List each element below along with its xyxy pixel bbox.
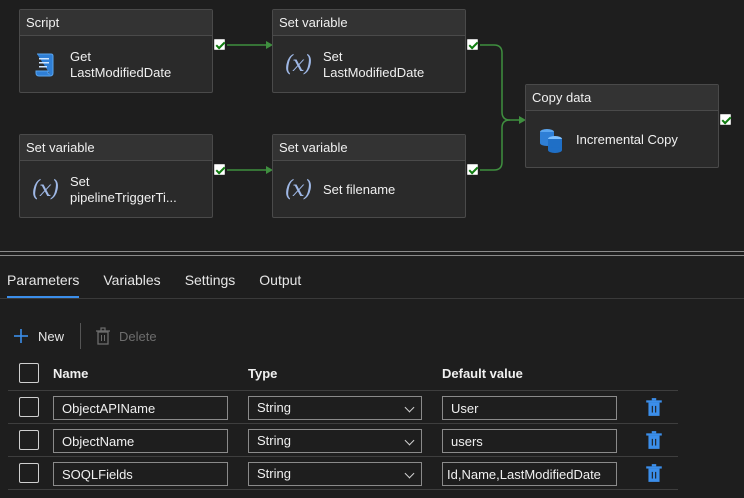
param-type-select[interactable]: String	[248, 396, 422, 420]
script-icon	[30, 49, 60, 81]
success-checkbox-icon[interactable]	[214, 164, 225, 175]
properties-tabs: Parameters Variables Settings Output	[0, 262, 744, 299]
header-name: Name	[53, 366, 89, 381]
trash-icon	[96, 327, 111, 345]
trash-icon[interactable]	[645, 430, 663, 450]
table-row: String	[8, 424, 678, 457]
activity-label: Set LastModifiedDate	[323, 48, 425, 80]
activity-header: Copy data	[526, 85, 718, 111]
table-row: String	[8, 391, 678, 424]
param-type-value: String	[257, 466, 291, 481]
param-default-input[interactable]	[442, 396, 617, 420]
copy-data-icon	[536, 124, 566, 156]
param-name-input[interactable]	[53, 429, 228, 453]
row-checkbox[interactable]	[19, 430, 39, 450]
new-button[interactable]: New	[12, 327, 64, 345]
activity-header: Set variable	[273, 10, 465, 36]
tab-output[interactable]: Output	[259, 262, 301, 298]
activity-label: Set filename	[323, 181, 396, 197]
variable-icon: (𝑥)	[284, 177, 313, 202]
trash-icon[interactable]	[645, 463, 663, 483]
activity-header: Set variable	[20, 135, 212, 161]
trash-icon[interactable]	[645, 397, 663, 417]
parameters-toolbar: New Delete	[12, 322, 157, 350]
success-checkbox-icon[interactable]	[467, 164, 478, 175]
tab-variables[interactable]: Variables	[103, 262, 160, 298]
panel-divider	[0, 255, 744, 256]
param-default-input[interactable]	[442, 462, 617, 486]
header-type: Type	[248, 366, 278, 381]
param-name-input[interactable]	[53, 396, 228, 420]
activity-header: Set variable	[273, 135, 465, 161]
activity-set-filename[interactable]: Set variable (𝑥) Set filename	[272, 134, 466, 218]
select-all-checkbox[interactable]	[19, 363, 39, 383]
new-button-label: New	[38, 328, 65, 344]
param-type-select[interactable]: String	[248, 429, 422, 453]
variable-icon: (𝑥)	[284, 52, 313, 77]
param-default-input[interactable]	[442, 429, 617, 453]
tab-parameters[interactable]: Parameters	[7, 262, 80, 298]
table-row: String	[8, 457, 678, 490]
header-default-value: Default value	[442, 366, 523, 381]
parameters-table: Name Type Default value String String	[8, 355, 678, 490]
success-checkbox-icon[interactable]	[214, 39, 225, 50]
row-checkbox[interactable]	[19, 397, 39, 417]
delete-button-label: Delete	[119, 328, 157, 344]
variable-icon: (𝑥)	[31, 177, 60, 202]
panel-divider[interactable]	[0, 251, 744, 252]
chevron-down-icon	[404, 468, 415, 479]
activity-set-lastmodifieddate[interactable]: Set variable (𝑥) Set LastModifiedDate	[272, 9, 466, 93]
pipeline-canvas[interactable]: Script Get LastModifiedDate Set variable…	[0, 0, 744, 246]
activity-set-pipelinetriggertime[interactable]: Set variable (𝑥) Set pipelineTriggerTi..…	[19, 134, 213, 218]
activity-label: Get LastModifiedDate	[70, 48, 172, 80]
param-type-select[interactable]: String	[248, 462, 422, 486]
table-header-row: Name Type Default value	[8, 355, 678, 391]
activity-label: Set pipelineTriggerTi...	[70, 173, 177, 205]
delete-button[interactable]: Delete	[95, 327, 157, 345]
activity-copy-data[interactable]: Copy data Incremental Copy	[525, 84, 719, 168]
activity-label: Incremental Copy	[576, 131, 678, 147]
tab-settings[interactable]: Settings	[185, 262, 236, 298]
toolbar-separator	[80, 323, 82, 349]
row-checkbox[interactable]	[19, 463, 39, 483]
chevron-down-icon	[404, 402, 415, 413]
param-type-value: String	[257, 433, 291, 448]
success-checkbox-icon[interactable]	[467, 39, 478, 50]
plus-icon	[14, 329, 28, 343]
activity-header: Script	[20, 10, 212, 36]
param-name-input[interactable]	[53, 462, 228, 486]
activity-script[interactable]: Script Get LastModifiedDate	[19, 9, 213, 93]
param-type-value: String	[257, 400, 291, 415]
success-checkbox-icon[interactable]	[720, 114, 731, 125]
chevron-down-icon	[404, 435, 415, 446]
